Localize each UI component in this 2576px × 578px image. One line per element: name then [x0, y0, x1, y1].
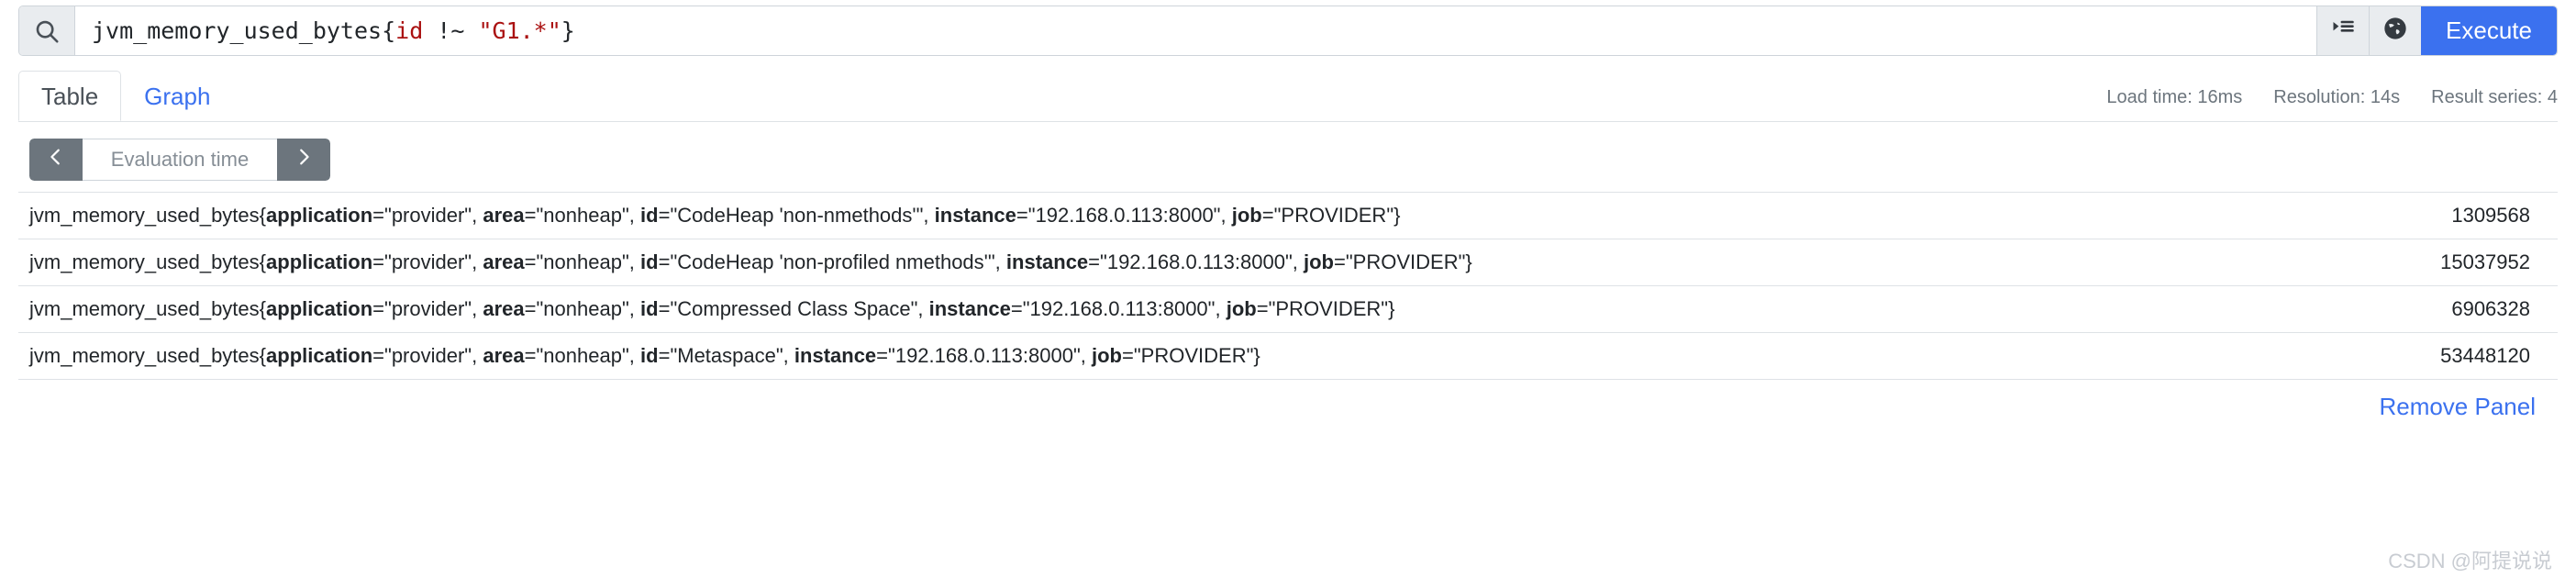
tab-table[interactable]: Table — [18, 71, 122, 121]
label-value: "PROVIDER" — [1273, 204, 1394, 227]
metric-value: 53448120 — [2440, 344, 2530, 367]
label-key: instance — [1005, 250, 1089, 273]
label-key: application — [266, 204, 373, 227]
metric-name: jvm_memory_used_bytes — [29, 297, 260, 320]
metric-value: 15037952 — [2440, 250, 2530, 273]
query-stats: Load time: 16ms Resolution: 14s Result s… — [2106, 87, 2558, 121]
results-tabs: Table Graph — [18, 71, 233, 121]
stat-load-time: Load time: 16ms — [2106, 87, 2243, 107]
label-value: "provider" — [384, 344, 472, 367]
label-key: instance — [794, 344, 877, 367]
globe-icon — [2382, 16, 2408, 46]
label-key: id — [640, 297, 659, 320]
metrics-explorer-button[interactable] — [2316, 6, 2369, 55]
chevron-left-icon — [46, 147, 66, 173]
close-brace: } — [1465, 250, 1472, 273]
metric-value: 6906328 — [2451, 297, 2530, 320]
list-indent-icon — [2330, 16, 2356, 46]
table-row: jvm_memory_used_bytes{application="provi… — [18, 192, 2558, 239]
label-key: job — [1231, 204, 1262, 227]
evaluation-time-group: Evaluation time — [29, 139, 330, 181]
expr-value: "G1.*" — [478, 17, 561, 44]
close-brace: } — [1388, 297, 1395, 320]
results-table: jvm_memory_used_bytes{application="provi… — [18, 192, 2558, 380]
metric-cell: jvm_memory_used_bytes{application="provi… — [29, 344, 1260, 367]
label-value: "192.168.0.113:8000" — [888, 344, 1081, 367]
label-key: id — [640, 204, 659, 227]
metric-cell: jvm_memory_used_bytes{application="provi… — [29, 250, 1472, 273]
label-key: application — [266, 297, 373, 320]
stat-resolution: Resolution: 14s — [2273, 87, 2401, 107]
evaluation-time-input[interactable]: Evaluation time — [83, 139, 277, 181]
label-key: area — [483, 204, 525, 227]
label-key: job — [1226, 297, 1257, 320]
expr-metric: jvm_memory_used_bytes{ — [92, 17, 396, 44]
label-key: job — [1304, 250, 1334, 273]
label-value: "provider" — [384, 250, 472, 273]
close-brace: } — [1393, 204, 1401, 227]
open-brace: { — [259, 250, 267, 273]
expr-close-brace: } — [561, 17, 575, 44]
label-value: "provider" — [384, 297, 472, 320]
metric-name: jvm_memory_used_bytes — [29, 344, 260, 367]
expr-label: id — [395, 17, 424, 44]
label-value: "192.168.0.113:8000" — [1100, 250, 1293, 273]
metric-value: 1309568 — [2451, 204, 2530, 227]
label-value: "nonheap" — [536, 204, 629, 227]
label-key: id — [640, 344, 659, 367]
table-row: jvm_memory_used_bytes{application="provi… — [18, 332, 2558, 380]
label-value: "Compressed Class Space" — [670, 297, 918, 320]
evaluation-time-row: Evaluation time — [18, 122, 2558, 192]
label-value: "nonheap" — [536, 297, 629, 320]
tab-graph[interactable]: Graph — [121, 71, 233, 121]
table-row: jvm_memory_used_bytes{application="provi… — [18, 285, 2558, 333]
prometheus-query-panel: jvm_memory_used_bytes{id !~ "G1.*"} Exe… — [0, 6, 2576, 578]
label-value: "CodeHeap 'non-profiled nmethods'" — [670, 250, 995, 273]
evaluation-time-prev-button[interactable] — [29, 139, 83, 181]
label-value: "nonheap" — [536, 344, 629, 367]
remove-panel-link[interactable]: Remove Panel — [2379, 393, 2536, 420]
search-icon — [19, 6, 75, 55]
label-key: instance — [934, 204, 1016, 227]
label-value: "nonheap" — [536, 250, 629, 273]
label-key: id — [640, 250, 659, 273]
results-tabs-row: Table Graph Load time: 16ms Resolution: … — [18, 71, 2558, 122]
metric-cell: jvm_memory_used_bytes{application="provi… — [29, 204, 1401, 227]
panel-footer: Remove Panel — [18, 380, 2558, 421]
open-brace: { — [259, 297, 267, 320]
metric-name: jvm_memory_used_bytes — [29, 204, 260, 227]
open-brace: { — [259, 204, 267, 227]
metric-cell: jvm_memory_used_bytes{application="provi… — [29, 297, 1395, 320]
close-brace: } — [1253, 344, 1260, 367]
label-value: "192.168.0.113:8000" — [1022, 297, 1216, 320]
label-key: area — [483, 344, 525, 367]
watermark: CSDN @阿提说说 — [2388, 550, 2552, 572]
label-key: job — [1092, 344, 1122, 367]
label-key: application — [266, 250, 373, 273]
label-key: area — [483, 250, 525, 273]
label-value: "Metaspace" — [670, 344, 783, 367]
open-brace: { — [259, 344, 267, 367]
execute-button[interactable]: Execute — [2421, 6, 2557, 55]
label-value: "provider" — [384, 204, 472, 227]
chevron-right-icon — [294, 147, 314, 173]
label-value: "192.168.0.113:8000" — [1027, 204, 1221, 227]
label-value: "PROVIDER" — [1345, 250, 1466, 273]
label-key: area — [483, 297, 525, 320]
globe-button[interactable] — [2369, 6, 2421, 55]
expr-operator: !~ — [423, 17, 479, 44]
query-bar: jvm_memory_used_bytes{id !~ "G1.*"} Exe… — [18, 6, 2558, 56]
label-key: application — [266, 344, 373, 367]
label-value: "CodeHeap 'non-nmethods'" — [670, 204, 924, 227]
table-row: jvm_memory_used_bytes{application="provi… — [18, 239, 2558, 286]
label-key: instance — [928, 297, 1011, 320]
label-value: "PROVIDER" — [1133, 344, 1254, 367]
results-table-body: jvm_memory_used_bytes{application="provi… — [18, 192, 2558, 380]
metric-name: jvm_memory_used_bytes — [29, 250, 260, 273]
label-value: "PROVIDER" — [1268, 297, 1389, 320]
evaluation-time-next-button[interactable] — [277, 139, 330, 181]
query-expression-input[interactable]: jvm_memory_used_bytes{id !~ "G1.*"} — [75, 6, 2316, 55]
stat-result-series: Result series: 4 — [2431, 87, 2558, 107]
